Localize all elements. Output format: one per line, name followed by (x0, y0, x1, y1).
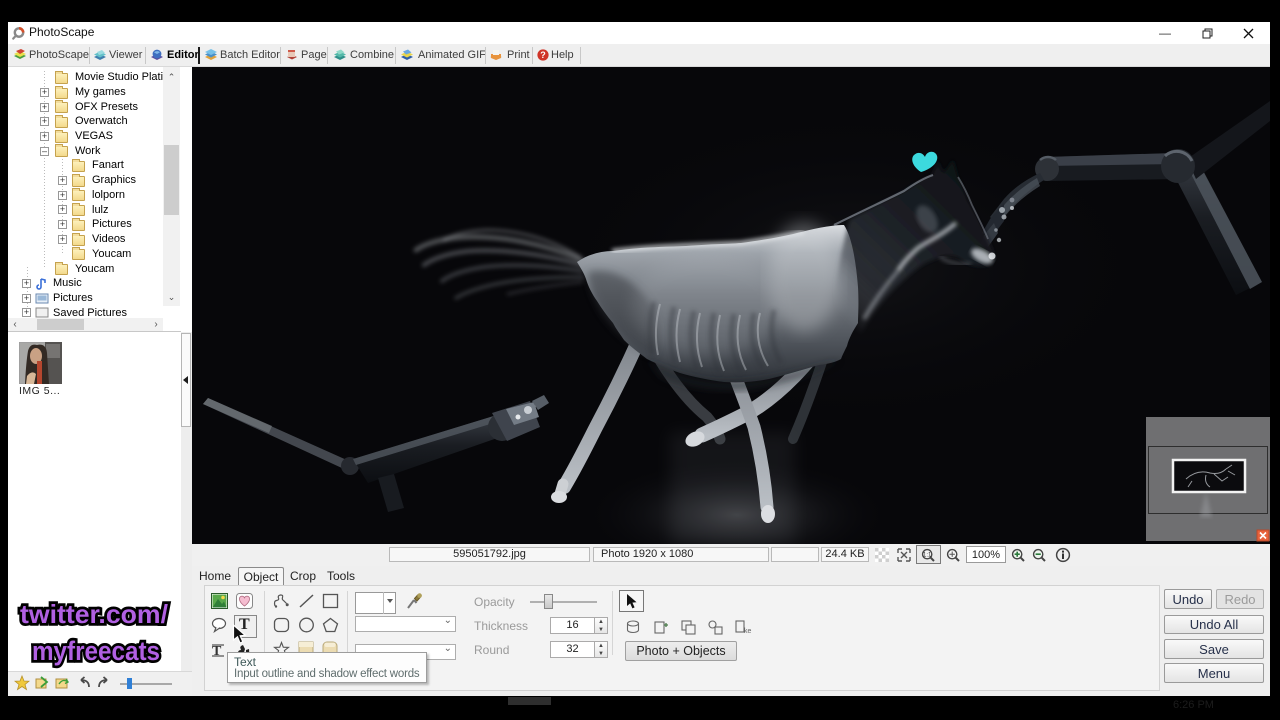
svg-text:ke: ke (744, 628, 752, 635)
svg-text:twitter.com/: twitter.com/ (20, 599, 168, 629)
svg-text:myfreecats: myfreecats (32, 636, 160, 666)
svg-text:T: T (212, 644, 222, 659)
svg-text:?: ? (540, 50, 546, 60)
svg-text:1:1: 1:1 (923, 553, 932, 559)
